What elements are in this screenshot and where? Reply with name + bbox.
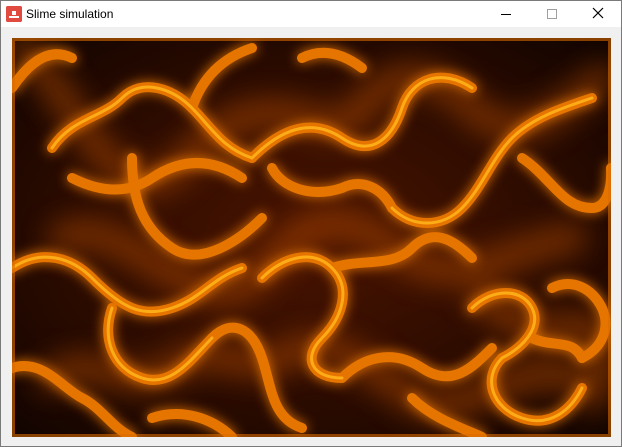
minimize-icon: [501, 6, 511, 22]
simulation-canvas[interactable]: [12, 38, 611, 437]
maximize-button[interactable]: [529, 1, 575, 27]
close-button[interactable]: [575, 1, 621, 27]
app-window: Slime simulation: [0, 0, 622, 447]
slime-trails: [12, 38, 611, 437]
app-icon: [6, 6, 22, 22]
minimize-button[interactable]: [483, 1, 529, 27]
close-icon: [592, 6, 604, 22]
window-title: Slime simulation: [26, 7, 114, 21]
maximize-icon: [547, 6, 557, 22]
title-bar[interactable]: Slime simulation: [1, 1, 621, 27]
